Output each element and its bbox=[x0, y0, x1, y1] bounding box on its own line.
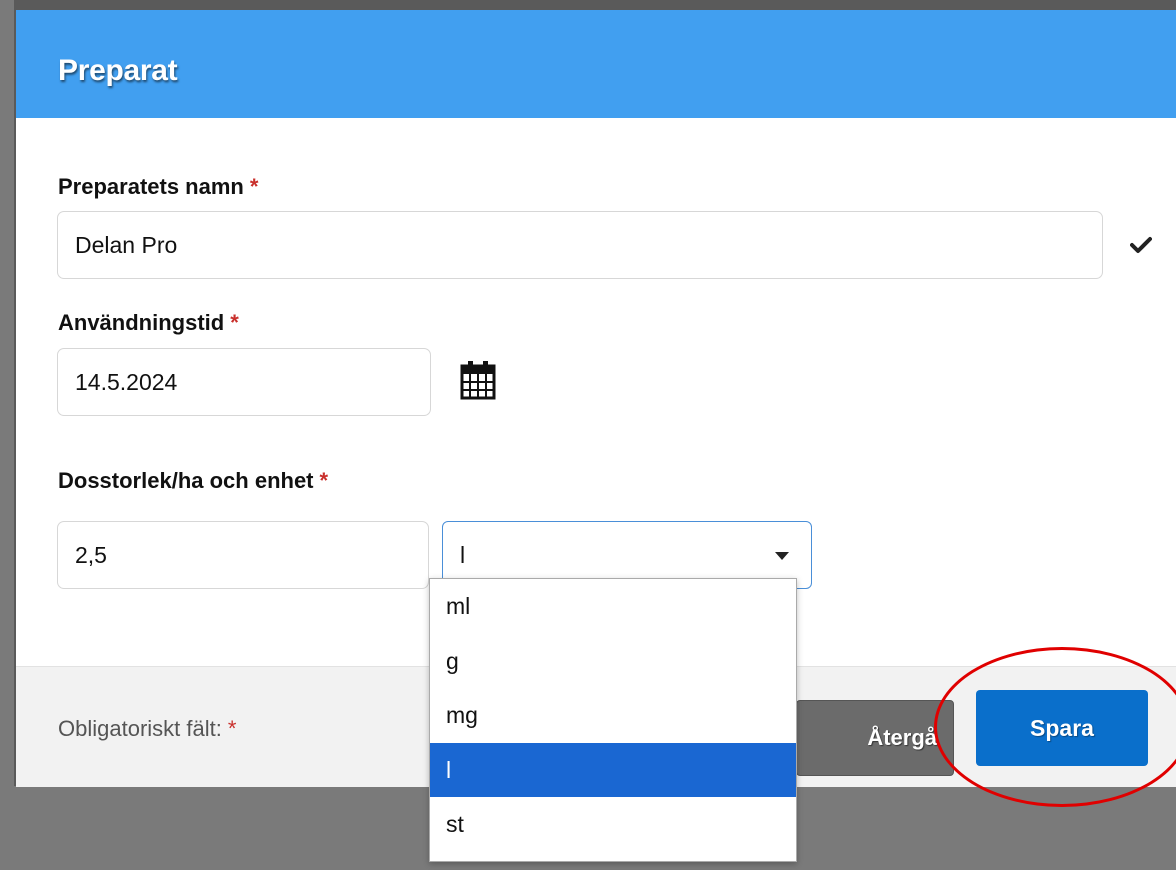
dose-label: Dosstorlek/ha och enhet * bbox=[58, 468, 328, 494]
unit-selected-value: l bbox=[460, 542, 466, 568]
name-label-text: Preparatets namn bbox=[58, 174, 244, 199]
date-label: Användningstid * bbox=[58, 310, 239, 336]
calendar-icon[interactable] bbox=[460, 360, 496, 400]
unit-dropdown-list: ml g mg l st bbox=[429, 578, 797, 862]
checkmark-icon bbox=[1130, 237, 1152, 253]
dialog-title: Preparat bbox=[58, 54, 178, 87]
dose-required-mark: * bbox=[319, 468, 329, 493]
dose-input[interactable]: 2,5 bbox=[57, 521, 429, 589]
unit-option-mg[interactable]: mg bbox=[430, 688, 796, 743]
date-label-text: Användningstid bbox=[58, 310, 225, 335]
unit-option-st[interactable]: st bbox=[430, 797, 796, 852]
dialog-header: Preparat bbox=[16, 10, 1176, 118]
unit-option-g[interactable]: g bbox=[430, 634, 796, 689]
name-label: Preparatets namn * bbox=[58, 174, 258, 200]
caret-down-icon bbox=[775, 552, 789, 560]
name-required-mark: * bbox=[249, 174, 259, 199]
date-required-mark: * bbox=[230, 310, 239, 335]
unit-option-l[interactable]: l bbox=[430, 742, 796, 798]
date-input[interactable]: 14.5.2024 bbox=[57, 348, 431, 416]
name-input[interactable]: Delan Pro bbox=[57, 211, 1103, 279]
annotation-ellipse bbox=[934, 647, 1176, 807]
required-note-mark: * bbox=[227, 716, 237, 741]
back-button[interactable]: Återgå bbox=[796, 700, 954, 776]
backdrop-edge bbox=[14, 0, 1176, 10]
required-note: Obligatoriskt fält: * bbox=[58, 716, 236, 742]
required-note-text: Obligatoriskt fält: bbox=[58, 716, 222, 741]
dose-label-text: Dosstorlek/ha och enhet bbox=[58, 468, 314, 493]
unit-option-ml[interactable]: ml bbox=[430, 579, 796, 634]
